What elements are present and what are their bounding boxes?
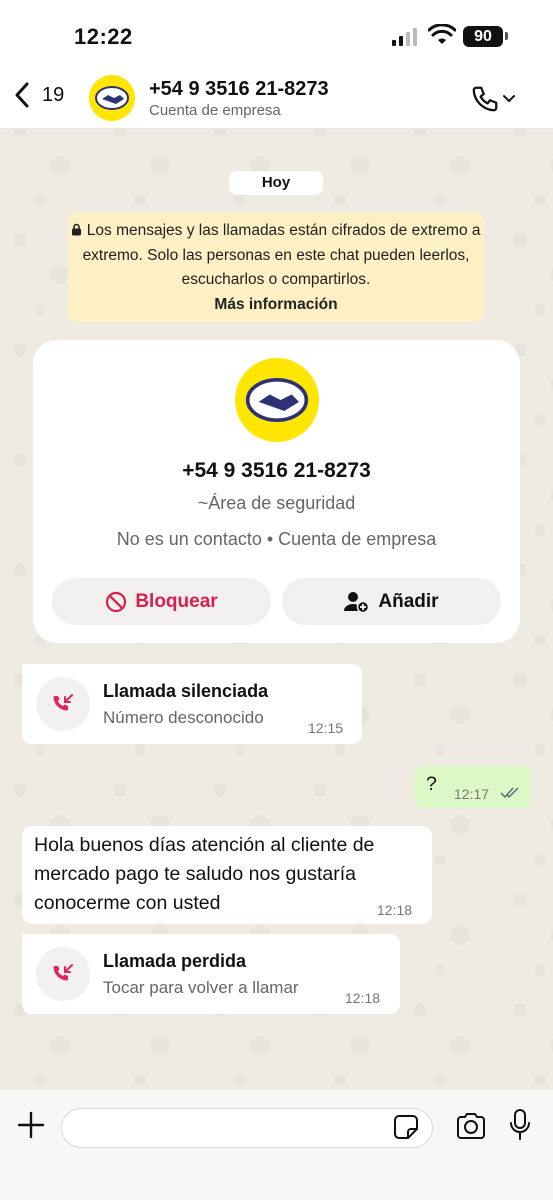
incoming-message[interactable]: Hola buenos días atención al cliente de … [22,826,432,924]
back-chevron-icon [15,82,29,108]
message-time: 12:17 [454,786,490,802]
business-info-card: +54 9 3516 21-8273 ~Área de seguridad No… [33,340,520,643]
outgoing-message[interactable]: ? 12:17 [414,766,531,808]
call-icon-circle [36,677,90,731]
message-line: Hola buenos días atención al cliente de [34,834,375,856]
call-log-bubble[interactable]: Llamada silenciada Número desconocido 12… [22,664,362,744]
message-time: 12:15 [308,720,344,736]
business-label: ~Área de seguridad [197,493,356,513]
signal-icon [392,28,417,46]
call-title: Llamada silenciada [103,681,269,701]
date-divider: Hoy [229,171,323,195]
message-input[interactable] [61,1108,433,1148]
handshake-logo-icon [95,86,129,110]
lock-icon [72,223,82,236]
composer-bar [0,1090,553,1200]
battery-indicator: 90 [463,26,503,47]
missed-call-icon [53,964,73,981]
contact-subtitle: Cuenta de empresa [149,102,281,119]
call-subtitle: Tocar para volver a llamar [103,978,299,997]
message-line: mercado pago te saludo nos gustaría [34,863,356,885]
wifi-icon [428,24,456,44]
block-icon [106,591,127,612]
plus-icon[interactable] [16,1110,46,1140]
handshake-logo-icon [245,378,309,422]
call-button[interactable] [470,84,516,114]
call-subtitle: Número desconocido [103,708,264,727]
message-line: conocerme con usted [34,892,221,914]
add-contact-icon [344,591,370,613]
add-contact-label: Añadir [378,590,439,612]
block-button[interactable]: Bloquear [52,578,271,625]
call-title: Llamada perdida [103,951,247,971]
call-log-bubble[interactable]: Llamada perdida Tocar para volver a llam… [22,934,400,1014]
chat-header: 19 +54 9 3516 21-8273 Cuenta de empresa [0,70,553,129]
encryption-text: Los mensajes y las llamadas están cifrad… [82,222,481,288]
battery-tip [505,32,508,40]
business-avatar[interactable] [235,358,319,442]
microphone-icon[interactable] [509,1108,531,1142]
status-bar: 12:22 90 [0,0,553,70]
encryption-notice[interactable]: Los mensajes y las llamadas están cifrad… [68,212,484,322]
business-phone: +54 9 3516 21-8273 [182,459,371,482]
avatar[interactable] [89,75,135,121]
message-time: 12:18 [345,990,381,1006]
message-time: 12:18 [377,902,413,918]
chevron-down-icon [503,95,515,103]
contact-name[interactable]: +54 9 3516 21-8273 [149,78,329,101]
missed-call-icon [53,694,73,711]
unread-count: 19 [42,83,65,106]
phone-icon [472,86,498,112]
call-icon-circle [36,947,90,1001]
encryption-more-link[interactable]: Más información [68,293,484,318]
status-time: 12:22 [74,24,133,49]
message-text: ? [426,773,437,795]
double-check-icon [500,787,519,799]
sticker-icon[interactable] [393,1114,419,1140]
camera-icon[interactable] [455,1112,487,1140]
block-button-label: Bloquear [135,590,218,612]
business-meta: No es un contacto • Cuenta de empresa [116,529,437,549]
back-button[interactable]: 19 [14,82,64,108]
add-contact-button[interactable]: Añadir [282,578,501,625]
